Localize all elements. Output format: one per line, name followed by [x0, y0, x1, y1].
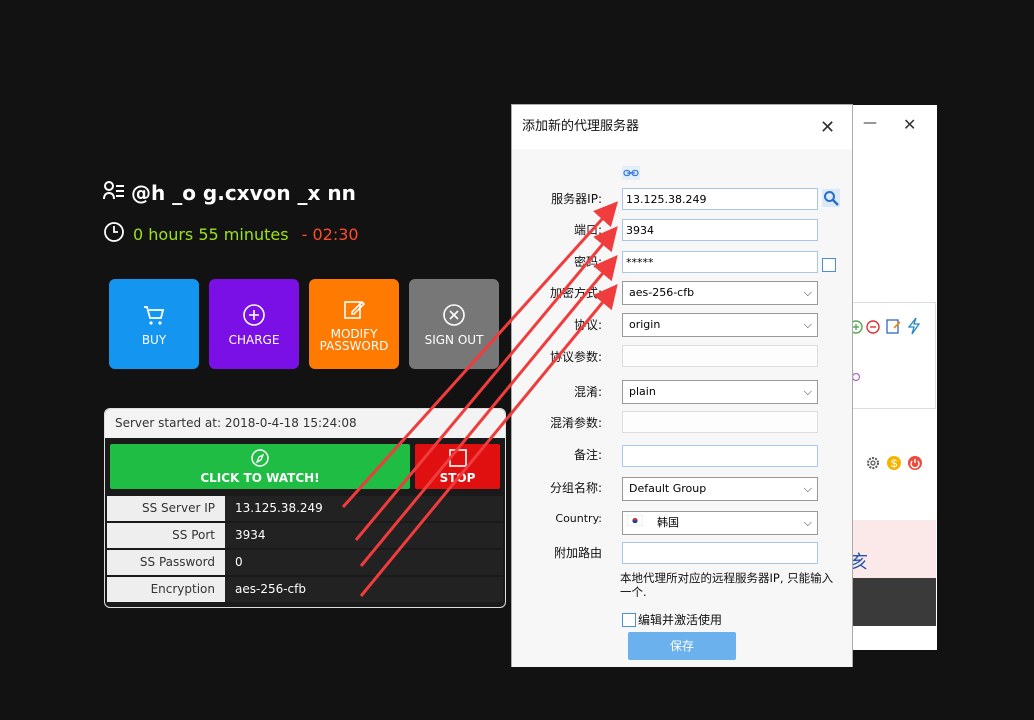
- protocol-select[interactable]: origin ⌵: [622, 313, 818, 337]
- password-label: 密码:: [573, 255, 602, 269]
- close-circle-icon: [442, 303, 466, 330]
- power-icon[interactable]: [907, 455, 923, 475]
- server-ip-hint: 本地代理所对应的远程服务器IP, 只能输入一个.: [620, 571, 834, 599]
- chevron-down-icon: ⌵: [803, 385, 812, 398]
- elapsed-time: 0 hours 55 minutes: [133, 224, 289, 244]
- edit-icon: [342, 297, 366, 324]
- dialog-title: 添加新的代理服务器: [512, 105, 852, 150]
- time-separator: -: [296, 224, 313, 244]
- group-label: 分组名称:: [549, 481, 602, 495]
- stop-icon: [448, 448, 468, 471]
- search-icon[interactable]: [822, 189, 840, 211]
- bg-close-button[interactable]: ✕: [903, 115, 916, 134]
- sign-out-button[interactable]: SIGN OUT: [409, 279, 499, 369]
- password-input[interactable]: *****: [622, 251, 818, 273]
- password-key: SS Password: [107, 550, 225, 575]
- remark-input[interactable]: [622, 445, 818, 467]
- encryption-value: aes-256-cfb: [225, 577, 503, 602]
- country-select[interactable]: 韩国 ⌵: [622, 511, 818, 535]
- obfs-label: 混淆:: [573, 385, 602, 399]
- session-time: 0 hours 55 minutes - 02:30: [103, 221, 359, 247]
- background-window: — ✕ $ 亥: [849, 105, 937, 650]
- server-ip-input[interactable]: 13.125.38.249: [622, 188, 818, 210]
- link-icon[interactable]: [622, 165, 640, 184]
- protocol-param-label: 协议参数:: [549, 350, 602, 364]
- charge-label: CHARGE: [228, 332, 280, 347]
- modify-password-button[interactable]: MODIFY PASSWORD: [309, 279, 399, 369]
- modify-password-label: MODIFY PASSWORD: [319, 326, 389, 353]
- server-started-label: Server started at: 2018-0-4-18 15:24:08: [105, 409, 505, 438]
- dialog-close-button[interactable]: ✕: [820, 117, 835, 138]
- server-ip-label: 服务器IP:: [551, 192, 602, 206]
- svg-text:$: $: [891, 458, 897, 470]
- buy-label: BUY: [141, 332, 167, 347]
- user-row: @h _o g.cxvon _x nn: [103, 180, 356, 205]
- port-label: 端口:: [573, 223, 602, 237]
- protocol-value: origin: [629, 318, 661, 331]
- server-ip-value: 13.125.38.249: [225, 496, 503, 521]
- user-name: @h _o g.cxvon _x nn: [131, 180, 356, 205]
- country-value: 韩国: [657, 516, 679, 529]
- edit-note-icon[interactable]: [886, 318, 902, 338]
- table-row: SS Password 0: [107, 550, 503, 575]
- protocol-param-input[interactable]: [622, 345, 818, 367]
- port-input[interactable]: 3934: [622, 219, 818, 241]
- server-panel: Server started at: 2018-0-4-18 15:24:08 …: [104, 408, 506, 608]
- encryption-label: 加密方式:: [549, 286, 602, 300]
- encryption-key: Encryption: [107, 577, 225, 602]
- bg-dark-bar: [853, 578, 936, 626]
- country-label: Country:: [555, 512, 602, 525]
- add-proxy-dialog: 添加新的代理服务器 ✕ 服务器IP: 13.125.38.249 端口: 393…: [511, 104, 853, 667]
- plus-circle-icon: [242, 303, 266, 330]
- user-icon: [103, 180, 125, 205]
- gear-icon[interactable]: [865, 455, 881, 475]
- chevron-down-icon: ⌵: [803, 516, 812, 529]
- chevron-down-icon: ⌵: [803, 286, 812, 299]
- bg-notice-area: 亥: [850, 520, 936, 578]
- server-ip-key: SS Server IP: [107, 496, 225, 521]
- extra-route-label: 附加路由: [553, 546, 602, 560]
- group-value: Default Group: [629, 482, 707, 495]
- stop-button[interactable]: STOP: [415, 444, 500, 489]
- chevron-down-icon: ⌵: [803, 318, 812, 331]
- save-button[interactable]: 保存: [628, 632, 736, 660]
- bg-toolbar-area: [849, 302, 936, 409]
- protocol-label: 协议:: [573, 318, 602, 332]
- password-value: 0: [225, 550, 503, 575]
- remove-circle-icon[interactable]: [866, 319, 880, 338]
- stop-label: STOP: [439, 471, 476, 485]
- korea-flag-icon: [626, 512, 644, 534]
- activate-label: 编辑并激活使用: [638, 613, 723, 627]
- port-key: SS Port: [107, 523, 225, 548]
- obfs-param-input[interactable]: [622, 411, 818, 433]
- port-value: 3934: [225, 523, 503, 548]
- dollar-icon[interactable]: $: [886, 455, 902, 475]
- lightning-icon[interactable]: [907, 317, 921, 339]
- table-row: SS Port 3934: [107, 523, 503, 548]
- table-row: Encryption aes-256-cfb: [107, 577, 503, 602]
- cart-icon: [142, 303, 166, 330]
- group-select[interactable]: Default Group ⌵: [622, 477, 818, 501]
- watch-label: CLICK TO WATCH!: [200, 471, 320, 485]
- encryption-select[interactable]: aes-256-cfb ⌵: [622, 281, 818, 305]
- encryption-value: aes-256-cfb: [629, 286, 695, 299]
- compass-icon: [250, 448, 270, 471]
- remark-label: 备注:: [573, 448, 602, 462]
- watch-button[interactable]: CLICK TO WATCH!: [110, 444, 410, 489]
- buy-button[interactable]: BUY: [109, 279, 199, 369]
- obfs-select[interactable]: plain ⌵: [622, 380, 818, 404]
- clock-icon: [103, 221, 125, 247]
- table-row: SS Server IP 13.125.38.249: [107, 496, 503, 521]
- obfs-value: plain: [629, 385, 656, 398]
- minimize-button[interactable]: —: [863, 115, 877, 131]
- dialog-body: 服务器IP: 13.125.38.249 端口: 3934 密码: ***** …: [512, 149, 852, 667]
- obfs-param-label: 混淆参数:: [549, 416, 602, 430]
- activate-checkbox[interactable]: [622, 613, 636, 627]
- chevron-down-icon: ⌵: [803, 482, 812, 495]
- show-password-checkbox[interactable]: [822, 258, 836, 272]
- charge-button[interactable]: CHARGE: [209, 279, 299, 369]
- extra-route-input[interactable]: [622, 542, 818, 564]
- sign-out-label: SIGN OUT: [424, 332, 484, 347]
- remaining-time: 02:30: [312, 224, 359, 244]
